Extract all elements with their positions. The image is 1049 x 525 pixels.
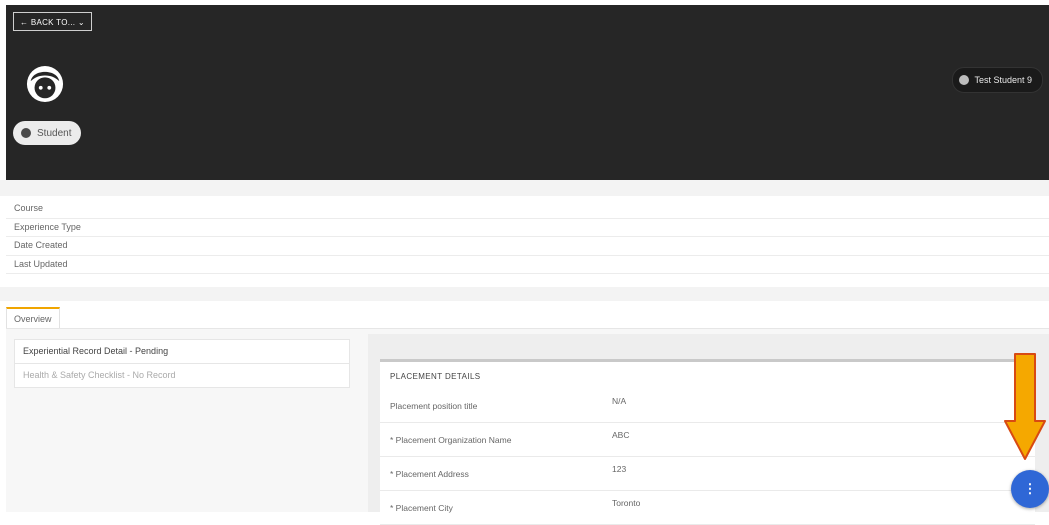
role-badge: Student [13, 121, 82, 145]
more-actions-button[interactable]: ⋮ [1011, 470, 1049, 508]
section-divider [0, 287, 1049, 301]
profile-header: ← BACK TO... ⌄ Student Test Student 9 [6, 5, 1049, 180]
tab-bar: Overview [6, 307, 1049, 329]
field-value: Toronto [612, 498, 641, 508]
user-label: Test Student 9 [974, 75, 1032, 85]
field-value: 123 [612, 464, 627, 474]
student-avatar-icon [26, 65, 64, 103]
overview-content: Experiential Record Detail - Pending Hea… [6, 329, 1049, 525]
field-row-position-title: Placement position title N/A [380, 389, 1035, 423]
down-arrow-icon [1004, 353, 1046, 460]
info-row-date-created: Date Created [6, 237, 1049, 256]
field-label: Placement position title [390, 401, 478, 411]
role-label: Student [37, 127, 72, 139]
field-value: N/A [612, 396, 627, 406]
sidebar-item-health-safety[interactable]: Health & Safety Checklist - No Record [15, 364, 349, 387]
placement-details-card: PLACEMENT DETAILS Placement position tit… [380, 359, 1035, 525]
field-label: * Placement Address [390, 469, 469, 479]
field-row-organization-name: * Placement Organization Name ABC [380, 423, 1035, 457]
info-row-last-updated: Last Updated [6, 256, 1049, 274]
field-label: * Placement Organization Name [390, 435, 512, 445]
detail-panel: PLACEMENT DETAILS Placement position tit… [368, 334, 1049, 525]
tab-overview[interactable]: Overview [6, 307, 60, 328]
placement-details-title: PLACEMENT DETAILS [390, 372, 481, 381]
user-badge[interactable]: Test Student 9 [952, 67, 1043, 93]
sidebar-item-experiential-record[interactable]: Experiential Record Detail - Pending [15, 340, 349, 364]
record-sections-list: Experiential Record Detail - Pending Hea… [14, 339, 350, 388]
user-dot-icon [959, 75, 970, 85]
role-dot-icon [21, 128, 31, 138]
header-divider [0, 180, 1049, 196]
field-row-city: * Placement City Toronto [380, 491, 1035, 525]
field-row-address: * Placement Address 123 [380, 457, 1035, 491]
back-to-button[interactable]: ← BACK TO... ⌄ [13, 12, 92, 31]
info-row-course: Course [6, 200, 1049, 219]
info-row-experience-type: Experience Type [6, 219, 1049, 237]
field-value: ABC [612, 430, 630, 440]
record-info: Course Experience Type Date Created Last… [6, 200, 1049, 274]
